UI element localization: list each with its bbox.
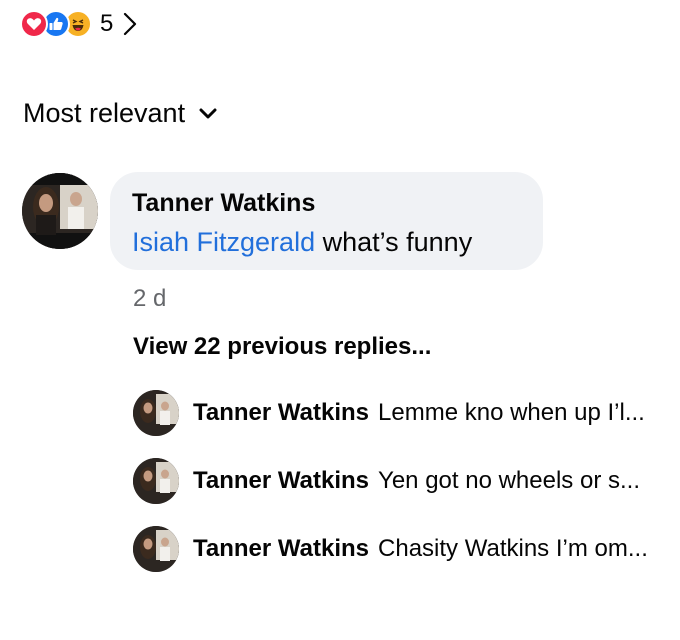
reply-text: Chasity Watkins I’m om... [378,535,648,562]
avatar[interactable] [133,526,179,572]
comment-timestamp[interactable]: 2 d [133,285,166,313]
reply-row[interactable]: Tanner Watkins Yen got no wheels or s... [133,458,663,504]
love-icon [20,10,48,38]
chevron-right-icon [123,12,137,36]
avatar[interactable] [22,173,98,249]
comment-bubble: Tanner Watkins Isiah Fitzgerald what’s f… [110,172,543,270]
reply-author[interactable]: Tanner Watkins [193,399,369,427]
reply-author[interactable]: Tanner Watkins [193,535,369,563]
reply-text: Yen got no wheels or s... [378,467,640,494]
sort-label: Most relevant [23,98,186,128]
reaction-count: 5 [100,10,114,37]
reply-row[interactable]: Tanner Watkins Chasity Watkins I’m om... [133,526,663,572]
comment-sort-dropdown[interactable]: Most relevant [23,98,217,129]
view-previous-replies-link[interactable]: View 22 previous replies... [133,333,431,361]
reply-row[interactable]: Tanner Watkins Lemme kno when up I’l... [133,390,663,436]
avatar[interactable] [133,458,179,504]
comment-author[interactable]: Tanner Watkins [132,188,521,218]
avatar[interactable] [133,390,179,436]
reaction-summary[interactable]: 5 [20,8,137,40]
chevron-down-icon [199,108,217,120]
mention-link[interactable]: Isiah Fitzgerald [132,227,315,257]
comment-body: what’s funny [315,227,473,257]
reply-text: Lemme kno when up I’l... [378,399,645,426]
reply-author[interactable]: Tanner Watkins [193,467,369,495]
comment-text: Isiah Fitzgerald what’s funny [132,224,521,260]
